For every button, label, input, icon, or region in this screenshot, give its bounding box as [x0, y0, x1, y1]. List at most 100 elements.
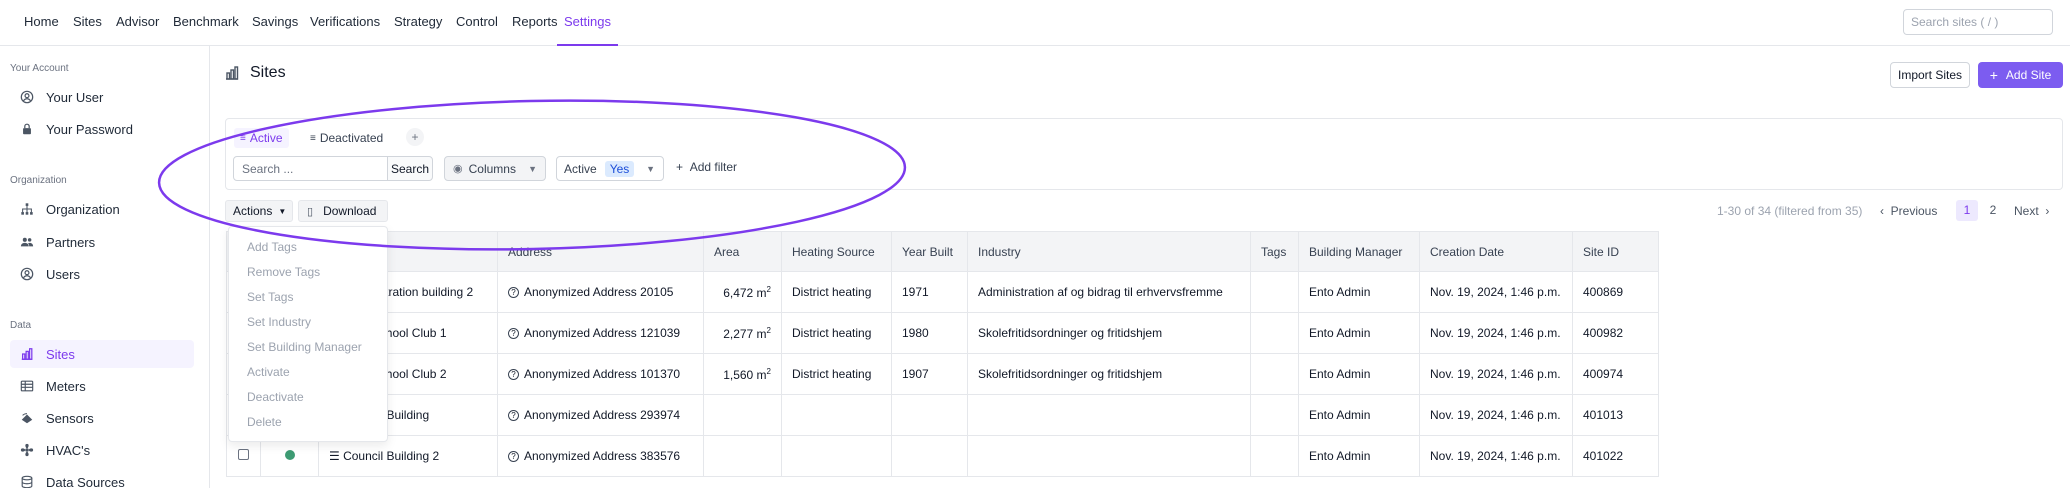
- menu-item-set-industry[interactable]: Set Industry: [247, 315, 311, 329]
- nav-verifications[interactable]: Verifications: [310, 0, 380, 46]
- column-header-heating-source[interactable]: Heating Source: [781, 231, 892, 272]
- industry-cell: Skolefritidsordninger og fritidshjem: [967, 353, 1251, 395]
- sidebar-item-organization[interactable]: Organization: [10, 195, 194, 223]
- tab-deactivated[interactable]: ≡ Deactivated: [304, 128, 389, 148]
- nav-home[interactable]: Home: [24, 0, 59, 46]
- pagination-page-2[interactable]: 2: [1982, 200, 2004, 221]
- table-row[interactable]: ☰ Administration building 2?Anonymized A…: [226, 271, 1659, 313]
- menu-item-deactivate[interactable]: Deactivate: [247, 390, 304, 404]
- heating-source-cell: [781, 394, 892, 436]
- table-row[interactable]: ☰ Council Building?Anonymized Address 29…: [226, 394, 1659, 436]
- download-button[interactable]: ▯ Download: [298, 200, 388, 222]
- add-filter-button[interactable]: + Add filter: [676, 160, 737, 174]
- org-chart-icon: [20, 202, 34, 216]
- column-header-area[interactable]: Area: [703, 231, 782, 272]
- site-area-cell: 6,472 m2: [703, 271, 782, 313]
- menu-item-set-tags[interactable]: Set Tags: [247, 290, 293, 304]
- question-circle-icon: ?: [508, 287, 519, 299]
- menu-item-delete[interactable]: Delete: [247, 415, 282, 429]
- pagination-next[interactable]: Next ›: [2014, 204, 2049, 218]
- column-header-site-id[interactable]: Site ID: [1572, 231, 1659, 272]
- sidebar-item-your-user[interactable]: Your User: [10, 83, 194, 111]
- tags-cell: [1250, 394, 1299, 436]
- site-area: 1,560 m: [723, 367, 767, 382]
- site-address-cell: ? Anonymized Address 121039: [497, 312, 704, 354]
- sidebar-item-hvacs[interactable]: HVAC's: [10, 436, 194, 464]
- site-area: 2,277 m: [723, 326, 767, 341]
- sidebar-item-partners[interactable]: Partners: [10, 228, 194, 256]
- menu-item-set-building-manager[interactable]: Set Building Manager: [247, 340, 362, 354]
- sidebar-item-users[interactable]: Users: [10, 260, 194, 288]
- nav-sites[interactable]: Sites: [73, 0, 102, 46]
- sidebar-item-sites[interactable]: Sites: [10, 340, 194, 368]
- sidebar-item-your-password[interactable]: Your Password: [10, 115, 194, 143]
- menu-item-activate[interactable]: Activate: [247, 365, 290, 379]
- search-input[interactable]: [233, 156, 388, 181]
- sidebar-item-sensors[interactable]: Sensors: [10, 404, 194, 432]
- menu-item-remove-tags[interactable]: Remove Tags: [247, 265, 320, 279]
- sidebar-item-label: Your User: [46, 89, 104, 105]
- site-address-cell: ? Anonymized Address 20105: [497, 271, 704, 313]
- nav-reports[interactable]: Reports: [512, 0, 558, 46]
- database-icon: [20, 475, 34, 488]
- nav-control[interactable]: Control: [456, 0, 498, 46]
- column-header-year-built[interactable]: Year Built: [891, 231, 968, 272]
- tab-active[interactable]: ≡ Active: [234, 128, 289, 148]
- column-header-address[interactable]: Address: [497, 231, 704, 272]
- table-row[interactable]: ☰ After-School Club 1?Anonymized Address…: [226, 312, 1659, 354]
- search-button[interactable]: Search: [387, 156, 433, 181]
- tab-label: Deactivated: [319, 131, 384, 145]
- user-circle-icon: [20, 90, 34, 104]
- actions-button[interactable]: Actions ▼: [225, 200, 293, 222]
- site-id-cell: 400869: [1572, 271, 1659, 313]
- import-sites-button[interactable]: Import Sites: [1890, 62, 1970, 88]
- nav-strategy[interactable]: Strategy: [394, 0, 442, 46]
- add-site-button[interactable]: + Add Site: [1978, 62, 2063, 88]
- heating-source-cell: District heating: [781, 312, 892, 354]
- site-address-cell: ? Anonymized Address 383576: [497, 435, 704, 477]
- filter-panel: ≡ Active ≡ Deactivated + Search ◉ Column…: [225, 118, 2063, 190]
- question-circle-icon: ?: [508, 328, 519, 340]
- nav-advisor[interactable]: Advisor: [116, 0, 159, 46]
- site-id-cell: 401022: [1572, 435, 1659, 477]
- column-header-industry[interactable]: Industry: [967, 231, 1251, 272]
- nav-settings[interactable]: Settings: [557, 0, 618, 46]
- chevron-right-icon: ›: [2038, 204, 2050, 218]
- tab-label: Active: [249, 131, 283, 145]
- row-checkbox[interactable]: [238, 449, 249, 460]
- year-built-cell: 1971: [891, 271, 968, 313]
- pagination-page-1[interactable]: 1: [1956, 200, 1978, 221]
- sidebar-item-data-sources[interactable]: Data Sources: [10, 468, 194, 488]
- previous-label: Previous: [1890, 204, 1938, 218]
- caret-down-icon: ▼: [278, 206, 287, 216]
- sidebar-item-label: Sites: [46, 346, 75, 362]
- question-circle-icon: ?: [508, 410, 519, 422]
- add-filter-label: Add filter: [689, 160, 738, 174]
- global-search-input[interactable]: [1903, 9, 2053, 35]
- active-filter-chip[interactable]: Active Yes ▼: [556, 156, 664, 181]
- page-title: Sites: [250, 64, 286, 81]
- status-dot: [284, 450, 295, 460]
- columns-select[interactable]: ◉ Columns ▼: [444, 156, 546, 181]
- nav-savings[interactable]: Savings: [252, 0, 298, 46]
- pagination-previous[interactable]: ‹ Previous: [1880, 204, 1937, 218]
- area-unit-superscript: 2: [766, 284, 771, 294]
- creation-date-cell: Nov. 19, 2024, 1:46 p.m.: [1419, 353, 1573, 395]
- site-address: Anonymized Address 121039: [524, 326, 681, 340]
- table-body: ☰ Administration building 2?Anonymized A…: [226, 271, 1659, 477]
- column-header-building-manager[interactable]: Building Manager: [1298, 231, 1420, 272]
- table-row[interactable]: ☰ Council Building 2 ? Anonymized Address …: [226, 435, 1659, 477]
- table-row[interactable]: ☰ After-School Club 2?Anonymized Address…: [226, 353, 1659, 395]
- industry-cell: [967, 435, 1251, 477]
- column-header-tags[interactable]: Tags: [1250, 231, 1299, 272]
- menu-item-add-tags[interactable]: Add Tags: [247, 240, 297, 254]
- building-icon: ☰: [329, 449, 344, 463]
- sidebar-item-label: Sensors: [46, 410, 94, 426]
- column-header-creation-date[interactable]: Creation Date: [1419, 231, 1573, 272]
- heating-source-cell: [781, 435, 892, 477]
- add-tab-button[interactable]: +: [406, 128, 424, 146]
- nav-benchmark[interactable]: Benchmark: [173, 0, 239, 46]
- hvac-icon: [20, 443, 34, 457]
- sidebar-item-meters[interactable]: Meters: [10, 372, 194, 400]
- site-name: Council Building 2: [343, 449, 440, 463]
